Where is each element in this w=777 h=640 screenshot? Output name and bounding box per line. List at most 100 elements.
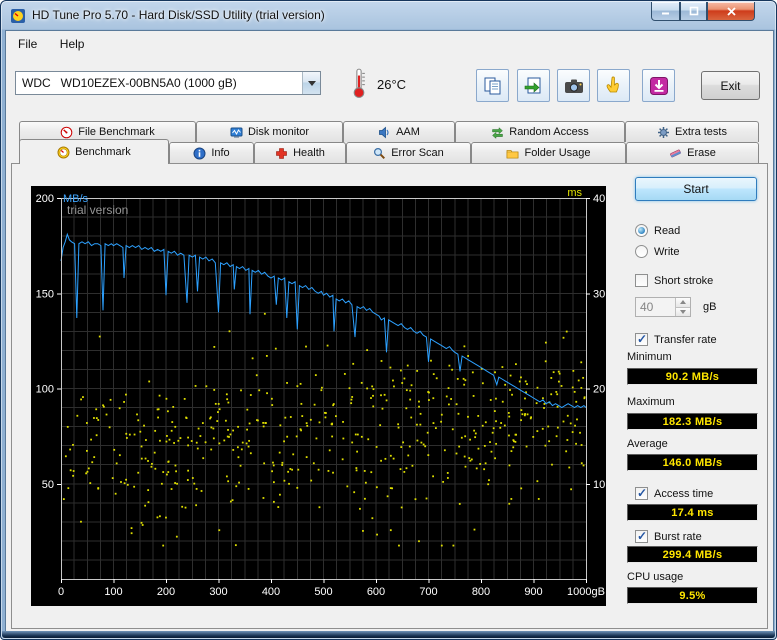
- transfer-rate-row[interactable]: Transfer rate: [635, 333, 717, 346]
- donate-button[interactable]: [597, 69, 630, 102]
- svg-text:900: 900: [524, 586, 542, 598]
- average-value: 146.0 MB/s: [627, 454, 758, 471]
- svg-text:200: 200: [157, 586, 175, 598]
- short-stroke-size-input[interactable]: 40: [635, 297, 691, 317]
- svg-text:ms: ms: [567, 187, 582, 199]
- menu-help[interactable]: Help: [51, 35, 94, 53]
- benchmark-plot: 01002003004005006007008009001000gB501001…: [31, 186, 606, 606]
- minimize-icon: [661, 6, 671, 16]
- extra-tests-icon: [657, 126, 670, 139]
- svg-text:700: 700: [419, 586, 437, 598]
- tab-label: Health: [293, 147, 325, 159]
- burst-rate-checkbox[interactable]: [635, 530, 648, 543]
- folder-usage-icon: [506, 147, 519, 160]
- tab-random-access[interactable]: Random Access: [455, 121, 625, 142]
- menu-file[interactable]: File: [9, 35, 46, 53]
- short-stroke-checkbox[interactable]: [635, 274, 648, 287]
- tab-extra-tests[interactable]: Extra tests: [625, 121, 759, 142]
- maximum-label: Maximum: [627, 396, 675, 408]
- svg-text:300: 300: [209, 586, 227, 598]
- health-icon: [275, 147, 288, 160]
- tab-label: Erase: [687, 147, 716, 159]
- svg-text:100: 100: [36, 384, 54, 396]
- app-icon: [10, 8, 26, 24]
- copy-icon: [482, 75, 504, 97]
- download-icon: [648, 75, 670, 97]
- aam-icon: [378, 126, 391, 139]
- svg-text:1000gB: 1000gB: [567, 586, 605, 598]
- random-access-icon: [491, 126, 504, 139]
- titlebar[interactable]: HD Tune Pro 5.70 - Hard Disk/SSD Utility…: [1, 1, 777, 30]
- tab-benchmark[interactable]: Benchmark: [19, 139, 169, 164]
- erase-icon: [669, 147, 682, 160]
- tab-health[interactable]: Health: [254, 142, 346, 163]
- write-radio[interactable]: [635, 245, 648, 258]
- start-button[interactable]: Start: [635, 177, 757, 201]
- tab-erase[interactable]: Erase: [626, 142, 759, 163]
- write-radio-row[interactable]: Write: [635, 245, 679, 258]
- svg-text:50: 50: [42, 479, 54, 491]
- export-icon: [523, 75, 545, 97]
- svg-text:800: 800: [472, 586, 490, 598]
- spin-up-button[interactable]: [675, 298, 690, 308]
- tab-label: Extra tests: [675, 126, 727, 138]
- svg-text:400: 400: [262, 586, 280, 598]
- burst-rate-row[interactable]: Burst rate: [635, 530, 702, 543]
- svg-text:trial version: trial version: [67, 203, 128, 217]
- window-title: HD Tune Pro 5.70 - Hard Disk/SSD Utility…: [32, 1, 325, 30]
- tab-label: Disk monitor: [248, 126, 309, 138]
- read-radio-row[interactable]: Read: [635, 224, 680, 237]
- transfer-rate-checkbox[interactable]: [635, 333, 648, 346]
- tab-folder-usage[interactable]: Folder Usage: [471, 142, 626, 163]
- access-time-checkbox[interactable]: [635, 487, 648, 500]
- tab-label: File Benchmark: [78, 126, 154, 138]
- access-time-value: 17.4 ms: [627, 504, 758, 521]
- file-benchmark-icon: [60, 126, 73, 139]
- short-stroke-size-value[interactable]: 40: [636, 298, 675, 316]
- screenshot-button[interactable]: [557, 69, 590, 102]
- hand-icon: [603, 75, 625, 97]
- spin-down-button[interactable]: [675, 308, 690, 317]
- svg-text:100: 100: [104, 586, 122, 598]
- maximize-button[interactable]: [680, 2, 707, 21]
- tab-aam[interactable]: AAM: [343, 121, 455, 142]
- tab-label: AAM: [396, 126, 420, 138]
- download-button[interactable]: [642, 69, 675, 102]
- thermometer-icon: [349, 67, 369, 99]
- maximum-value: 182.3 MB/s: [627, 413, 758, 430]
- read-label: Read: [654, 225, 680, 237]
- tab-info[interactable]: Info: [169, 142, 254, 163]
- export-button[interactable]: [517, 69, 550, 102]
- chevron-down-icon[interactable]: [302, 72, 320, 94]
- tab-error-scan[interactable]: Error Scan: [346, 142, 471, 163]
- access-time-label: Access time: [654, 488, 713, 500]
- info-icon: [193, 147, 206, 160]
- minimize-button[interactable]: [651, 2, 680, 21]
- cpu-usage-label: CPU usage: [627, 571, 683, 583]
- write-label: Write: [654, 246, 679, 258]
- read-radio[interactable]: [635, 224, 648, 237]
- access-time-row[interactable]: Access time: [635, 487, 713, 500]
- drive-selector-value: WDC WD10EZEX-00BN5A0 (1000 gB): [16, 76, 302, 90]
- minimum-label: Minimum: [627, 351, 672, 363]
- average-label: Average: [627, 438, 668, 450]
- svg-text:20: 20: [593, 384, 605, 396]
- benchmark-icon: [57, 146, 70, 159]
- svg-text:500: 500: [314, 586, 332, 598]
- drive-selector[interactable]: WDC WD10EZEX-00BN5A0 (1000 gB): [15, 71, 321, 95]
- error-scan-icon: [373, 147, 386, 160]
- svg-text:200: 200: [36, 193, 54, 205]
- tab-label: Info: [211, 147, 229, 159]
- short-stroke-label: Short stroke: [654, 275, 713, 287]
- maximize-icon: [689, 6, 699, 16]
- svg-text:0: 0: [58, 586, 64, 598]
- copy-button[interactable]: [476, 69, 509, 102]
- exit-button[interactable]: Exit: [701, 71, 760, 100]
- tab-label: Benchmark: [75, 146, 131, 158]
- window-frame-bottom: [2, 631, 775, 638]
- close-button[interactable]: [707, 2, 755, 21]
- disk-monitor-icon: [230, 126, 243, 139]
- tab-disk-monitor[interactable]: Disk monitor: [196, 121, 343, 142]
- short-stroke-row[interactable]: Short stroke: [635, 274, 713, 287]
- benchmark-chart: 01002003004005006007008009001000gB501001…: [31, 186, 606, 606]
